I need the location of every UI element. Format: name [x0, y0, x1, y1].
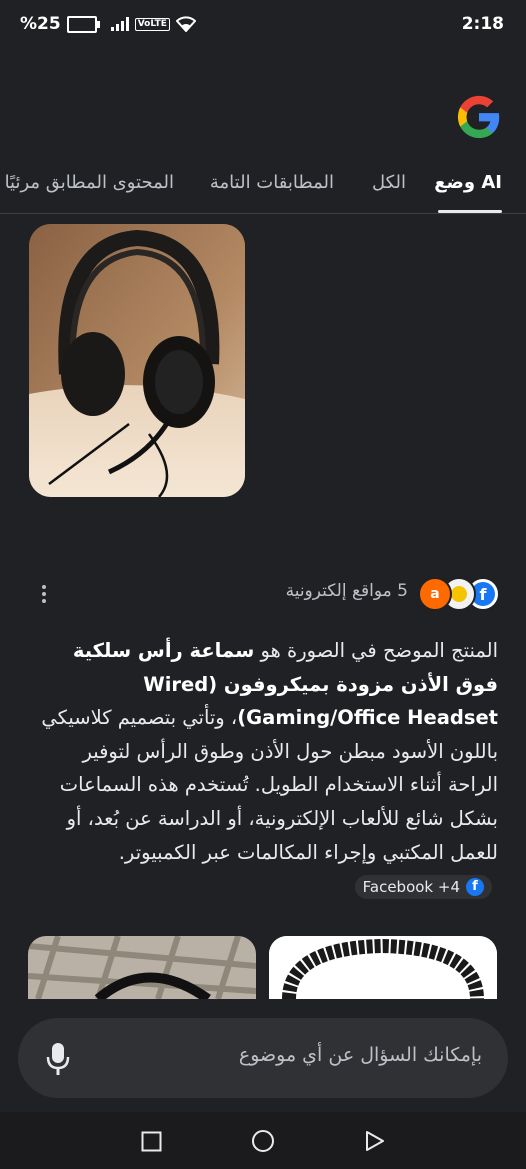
battery-percent: %25 [20, 14, 61, 34]
clock: 2:18 [461, 14, 504, 34]
recent-apps-icon[interactable] [141, 1131, 162, 1152]
battery-icon [66, 15, 100, 33]
volte-badge: VoLTE [134, 17, 170, 31]
tab-bar: وضع AI الكل المطابقات التامة المحتوى الم… [0, 172, 526, 214]
tab-all[interactable]: الكل [372, 172, 406, 193]
system-navigation-bar [0, 1112, 526, 1169]
headband-photo [269, 936, 497, 999]
microphone-icon[interactable] [46, 1042, 70, 1076]
wifi-icon [175, 16, 196, 32]
more-options-icon[interactable] [42, 585, 48, 606]
result-image-right[interactable] [269, 936, 497, 999]
home-icon[interactable] [251, 1129, 275, 1153]
sources-row[interactable]: f a 5 مواقع إلكترونية [0, 577, 526, 611]
facebook-icon: f [466, 877, 484, 896]
source-chip[interactable]: Facebook +4 f [354, 874, 492, 899]
alibaba-icon: a [418, 577, 452, 611]
tab-exact-matches[interactable]: المطابقات التامة [210, 172, 334, 193]
answer-text-body: ، وتأتي بتصميم كلاسيكي باللون الأسود مبط… [41, 706, 498, 864]
result-image-left[interactable] [28, 936, 256, 999]
source-chip-label: Facebook +4 [362, 877, 460, 896]
tab-visual-matches[interactable]: المحتوى المطابق مرئيًا [5, 172, 174, 193]
back-icon[interactable] [364, 1130, 386, 1152]
status-bar: %25 VoLTE 2:18 [0, 0, 526, 50]
ai-answer: المنتج الموضح في الصورة هو سماعة رأس سلك… [30, 634, 498, 903]
tab-ai-mode[interactable]: وضع AI [434, 172, 502, 193]
sources-label: 5 مواقع إلكترونية [285, 581, 408, 601]
tab-divider [0, 213, 526, 214]
search-input[interactable]: بإمكانك السؤال عن أي موضوع [239, 1044, 482, 1066]
status-indicators: %25 VoLTE [20, 14, 196, 34]
search-bar[interactable]: بإمكانك السؤال عن أي موضوع [18, 1018, 508, 1098]
headset-photo [29, 224, 245, 497]
fabric-photo [28, 936, 256, 999]
google-logo-icon[interactable] [456, 94, 502, 140]
headset-image[interactable] [29, 224, 245, 497]
signal-icon [110, 17, 129, 31]
answer-text-intro: المنتج الموضح في الصورة هو [254, 639, 498, 662]
